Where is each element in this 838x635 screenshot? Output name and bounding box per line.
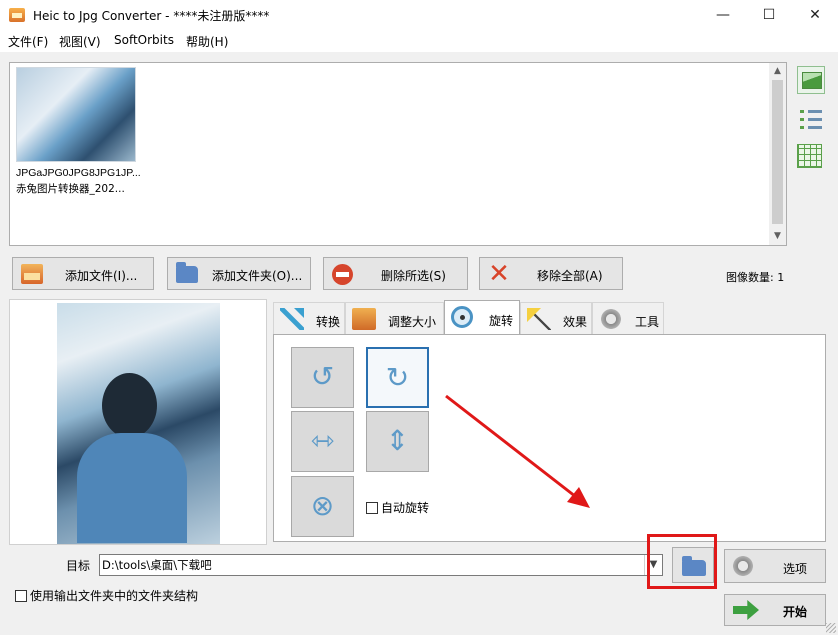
remove-all-label: 移除全部(A) <box>537 269 603 283</box>
flip-vertical-icon: ⇕ <box>385 424 410 457</box>
add-files-label: 添加文件(I)... <box>65 269 138 283</box>
rotate-left-icon: ↺ <box>310 360 335 393</box>
target-path-input[interactable] <box>102 557 642 573</box>
auto-rotate-checkbox[interactable]: 自动旋转 <box>366 499 429 516</box>
image-count: 图像数量: 1 <box>726 271 785 284</box>
tab-effects[interactable]: 效果 <box>520 302 592 334</box>
thumbnail-image <box>16 67 136 162</box>
tab-effects-label: 效果 <box>563 315 588 329</box>
remove-selected-button[interactable]: 删除所选(S) <box>323 257 468 290</box>
annotation-arrow-icon <box>445 394 590 508</box>
auto-rotate-label: 自动旋转 <box>381 501 430 515</box>
rotate-right-icon: ↻ <box>385 361 410 394</box>
tab-tools[interactable]: 工具 <box>592 302 664 334</box>
large-thumbnails-view-icon[interactable] <box>797 66 825 94</box>
resize-icon <box>352 308 376 330</box>
scroll-thumb[interactable] <box>772 80 783 224</box>
flip-horizontal-button[interactable]: ⇿ <box>291 411 354 472</box>
options-label: 选项 <box>783 562 808 576</box>
flip-vertical-button[interactable]: ⇕ <box>366 411 429 472</box>
options-button[interactable]: 选项 <box>724 549 826 583</box>
remove-selected-label: 删除所选(S) <box>381 269 446 283</box>
file-list[interactable]: JPGaJPG0JPG8JPG1JP... 赤兔图片转换器_202... ▲ ▼ <box>9 62 787 246</box>
auto-rotate-box[interactable] <box>366 502 378 514</box>
maximize-button[interactable]: ☐ <box>746 0 792 30</box>
start-button[interactable]: 开始 <box>724 594 826 626</box>
menu-bar: 文件(F) 视图(V) SoftOrbits 帮助(H) <box>0 30 838 52</box>
menu-file[interactable]: 文件(F) <box>8 33 48 50</box>
tab-resize-label: 调整大小 <box>388 315 437 329</box>
tab-convert-label: 转换 <box>316 315 341 329</box>
clear-x-icon: ✕ <box>488 259 510 289</box>
reset-rotation-button[interactable]: ⊗ <box>291 476 354 537</box>
remove-all-button[interactable]: ✕ 移除全部(A) <box>479 257 623 290</box>
list-view-icon[interactable] <box>797 107 825 135</box>
effects-icon <box>527 308 551 330</box>
target-path-combobox[interactable]: ▼ <box>99 554 663 576</box>
rotate-icon <box>451 306 473 328</box>
table-view-icon[interactable] <box>797 144 822 168</box>
add-files-button[interactable]: 添加文件(I)... <box>12 257 154 290</box>
title-bar: Heic to Jpg Converter - ****未注册版**** — ☐… <box>0 0 838 30</box>
no-rotation-icon: ⊗ <box>310 489 335 522</box>
file-thumbnail-item[interactable]: JPGaJPG0JPG8JPG1JP... 赤兔图片转换器_202... <box>16 67 141 195</box>
convert-icon <box>280 308 304 330</box>
minimize-button[interactable]: — <box>700 0 746 30</box>
file-name-line2: 赤兔图片转换器_202... <box>16 183 125 195</box>
tab-tools-label: 工具 <box>635 315 660 329</box>
gear-icon <box>731 555 755 577</box>
rotate-right-button[interactable]: ↻ <box>366 347 429 408</box>
menu-softorbits[interactable]: SoftOrbits <box>114 33 174 47</box>
target-label: 目标 <box>66 559 91 573</box>
preview-photo <box>57 303 220 544</box>
folder-structure-box[interactable] <box>15 590 27 602</box>
tab-resize[interactable]: 调整大小 <box>345 302 444 334</box>
flip-horizontal-icon: ⇿ <box>310 424 335 457</box>
file-name-line1: JPGaJPG0JPG8JPG1JP... <box>16 167 141 179</box>
add-image-icon <box>21 264 43 284</box>
close-button[interactable]: ✕ <box>792 0 838 30</box>
folder-icon <box>176 262 198 283</box>
rotate-left-button[interactable]: ↺ <box>291 347 354 408</box>
annotation-highlight-box <box>647 534 717 589</box>
start-label: 开始 <box>783 605 808 619</box>
menu-view[interactable]: 视图(V) <box>59 33 101 50</box>
folder-structure-checkbox[interactable]: 使用输出文件夹中的文件夹结构 <box>15 587 198 604</box>
remove-icon <box>332 264 353 285</box>
start-arrow-icon <box>733 600 759 620</box>
folder-structure-label: 使用输出文件夹中的文件夹结构 <box>30 589 199 603</box>
app-icon <box>9 8 25 22</box>
scroll-up-icon[interactable]: ▲ <box>769 63 786 80</box>
tab-rotate[interactable]: 旋转 <box>444 300 520 335</box>
resize-grip-icon[interactable] <box>826 623 836 633</box>
tools-icon <box>599 308 623 330</box>
scroll-down-icon[interactable]: ▼ <box>769 228 786 245</box>
tab-rotate-label: 旋转 <box>489 314 514 328</box>
window-title: Heic to Jpg Converter - ****未注册版**** <box>33 9 270 23</box>
add-folder-label: 添加文件夹(O)... <box>212 269 303 283</box>
image-preview <box>9 299 267 545</box>
tab-convert[interactable]: 转换 <box>273 302 345 334</box>
add-folder-button[interactable]: 添加文件夹(O)... <box>167 257 311 290</box>
file-list-scrollbar[interactable]: ▲ ▼ <box>769 63 786 245</box>
menu-help[interactable]: 帮助(H) <box>186 33 228 50</box>
